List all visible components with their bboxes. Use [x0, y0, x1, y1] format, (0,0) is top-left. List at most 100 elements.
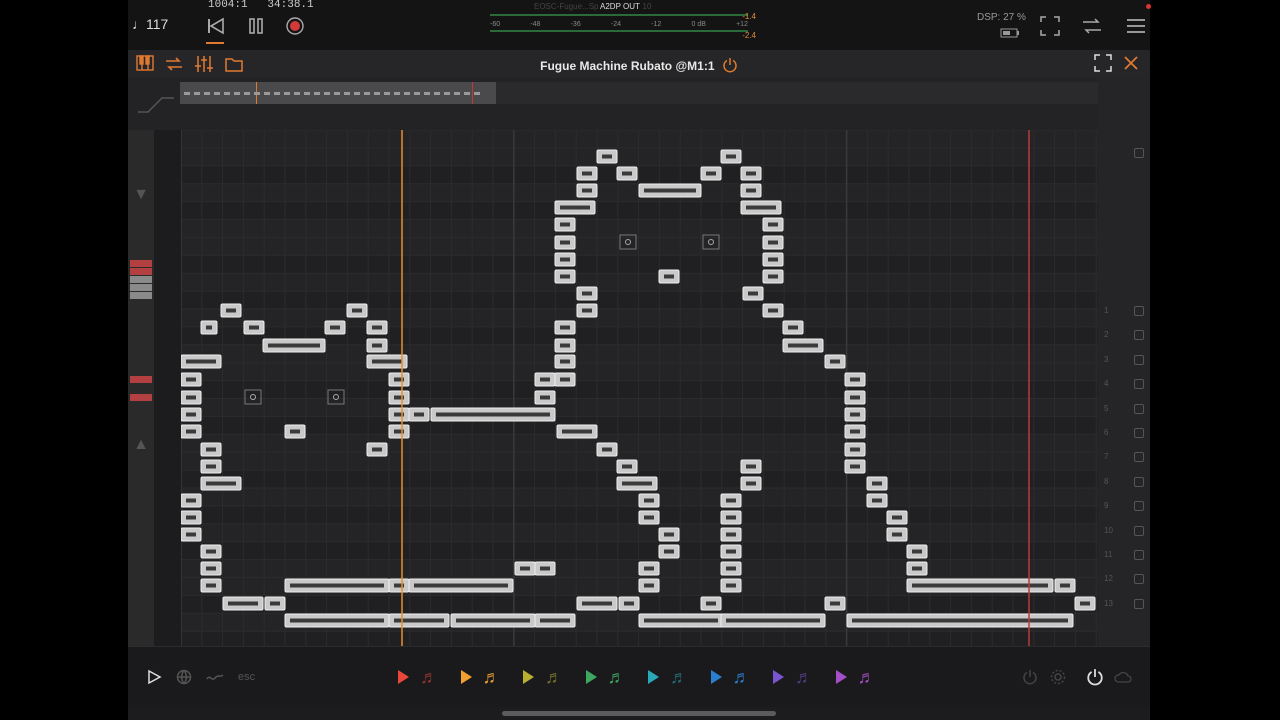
- note-inner: [602, 447, 612, 452]
- track-row-checkbox[interactable]: [1134, 525, 1144, 536]
- track-row-checkbox[interactable]: [1134, 306, 1144, 316]
- track-row-checkbox[interactable]: [1134, 403, 1144, 414]
- track-notes-icon[interactable]: ♬: [733, 667, 751, 687]
- track-row-checkbox[interactable]: [1134, 330, 1144, 341]
- piano-keys[interactable]: ▼ ▲: [128, 130, 154, 646]
- note-inner: [562, 429, 592, 434]
- track-row-checkbox[interactable]: [1134, 452, 1144, 463]
- scroll-down-icon[interactable]: ▲: [131, 436, 151, 456]
- overview-timeline[interactable]: [496, 82, 1098, 104]
- track-row-checkbox[interactable]: [1134, 354, 1144, 365]
- track-notes-icon[interactable]: ♬: [858, 667, 876, 687]
- note-inner: [644, 515, 654, 520]
- play-button[interactable]: [146, 667, 162, 687]
- track-row-checkbox[interactable]: [1134, 574, 1144, 585]
- note-inner: [226, 308, 236, 313]
- output-label: A2DP OUT: [598, 2, 642, 11]
- key[interactable]: [130, 292, 152, 299]
- rewind-icon: [208, 17, 224, 35]
- note-inner: [726, 515, 736, 520]
- hamburger-icon: [1127, 19, 1145, 33]
- scale-tick: -36: [570, 21, 581, 28]
- key[interactable]: [130, 376, 152, 383]
- velocity-curve-icon[interactable]: [136, 94, 176, 114]
- record-button[interactable]: [283, 14, 307, 38]
- globe-icon: [176, 669, 192, 685]
- note-inner: [268, 343, 320, 348]
- track-play-button[interactable]: [648, 667, 659, 687]
- track-row-checkbox[interactable]: [1134, 598, 1144, 609]
- track-row-checkbox[interactable]: [1134, 428, 1144, 438]
- note-inner: [206, 549, 216, 554]
- routing-button[interactable]: [1080, 14, 1104, 38]
- loop-arrows-icon: [1083, 18, 1101, 34]
- pause-button[interactable]: [244, 14, 268, 38]
- scale-tick: 0 dB: [691, 21, 706, 28]
- note-inner: [206, 325, 212, 330]
- note-inner: [622, 171, 632, 176]
- note-inner: [624, 601, 634, 606]
- note-inner: [582, 171, 592, 176]
- key[interactable]: [130, 284, 152, 291]
- expand-plugin-button[interactable]: [1094, 54, 1114, 74]
- close-plugin-button[interactable]: [1122, 54, 1142, 74]
- track-play-button[interactable]: [585, 667, 597, 687]
- track-row-checkbox[interactable]: [1134, 148, 1144, 158]
- track-row-checkbox[interactable]: [1134, 501, 1144, 512]
- globe-button[interactable]: [176, 667, 192, 687]
- scroll-up-icon[interactable]: ▼: [131, 186, 151, 206]
- fullscreen-button[interactable]: [1038, 14, 1062, 38]
- power-button[interactable]: [1086, 667, 1104, 687]
- track-row-number: 13: [1104, 598, 1113, 608]
- piano-roll-grid[interactable]: [181, 130, 1098, 646]
- track-play-button[interactable]: [460, 667, 472, 687]
- note-inner: [560, 359, 570, 364]
- power-small-button[interactable]: [1022, 667, 1038, 687]
- bar-beat: 1004:1: [208, 0, 248, 11]
- track-play-button[interactable]: [710, 667, 722, 687]
- track-notes-icon[interactable]: ♬: [670, 667, 688, 687]
- track-notes-icon[interactable]: ♬: [795, 667, 813, 687]
- play-icon: [523, 670, 534, 684]
- esc-button[interactable]: esc: [238, 667, 255, 687]
- track-row-checkbox[interactable]: [1134, 550, 1144, 560]
- key[interactable]: [130, 394, 152, 401]
- track-play-button[interactable]: [773, 667, 784, 687]
- track-notes-icon[interactable]: ♬: [608, 667, 626, 687]
- note-inner: [186, 498, 196, 503]
- tilde-button[interactable]: [206, 667, 224, 687]
- track-row-checkbox[interactable]: [1134, 476, 1144, 487]
- note-inner: [540, 566, 550, 571]
- cloud-button[interactable]: [1114, 667, 1132, 687]
- menu-button[interactable]: [1124, 14, 1148, 38]
- track-notes-icon[interactable]: ♬: [420, 667, 438, 687]
- track-row-checkbox[interactable]: [1134, 379, 1144, 390]
- track-play-button[interactable]: [523, 667, 534, 687]
- power-icon[interactable]: [722, 57, 738, 73]
- track-play-button[interactable]: [835, 667, 847, 687]
- tempo-display[interactable]: ♩117: [132, 16, 168, 32]
- key[interactable]: [130, 268, 152, 275]
- key[interactable]: [130, 260, 152, 267]
- overview-window[interactable]: [180, 82, 496, 104]
- eye-dot: [625, 239, 631, 245]
- note-inner: [602, 154, 612, 159]
- settings-button[interactable]: [1050, 667, 1066, 687]
- wave-icon: [206, 674, 224, 680]
- play-icon: [585, 670, 597, 684]
- note-inner: [850, 447, 860, 452]
- home-indicator: [502, 711, 776, 716]
- note-inner: [788, 325, 798, 330]
- track-play-button[interactable]: [398, 667, 409, 687]
- rewind-button[interactable]: [204, 14, 228, 38]
- key[interactable]: [130, 276, 152, 283]
- note-inner: [206, 447, 216, 452]
- record-icon: [286, 17, 304, 35]
- note-inner: [249, 325, 259, 330]
- track-notes-icon[interactable]: ♬: [483, 667, 501, 687]
- output-meter[interactable]: EOSC-Fugue...Spielaufschlus 10 A2DP OUT …: [490, 0, 758, 50]
- note-canvas[interactable]: [181, 130, 1098, 646]
- track-notes-icon[interactable]: ♬: [545, 667, 563, 687]
- overview-notes: [184, 92, 484, 95]
- note-inner: [850, 412, 860, 417]
